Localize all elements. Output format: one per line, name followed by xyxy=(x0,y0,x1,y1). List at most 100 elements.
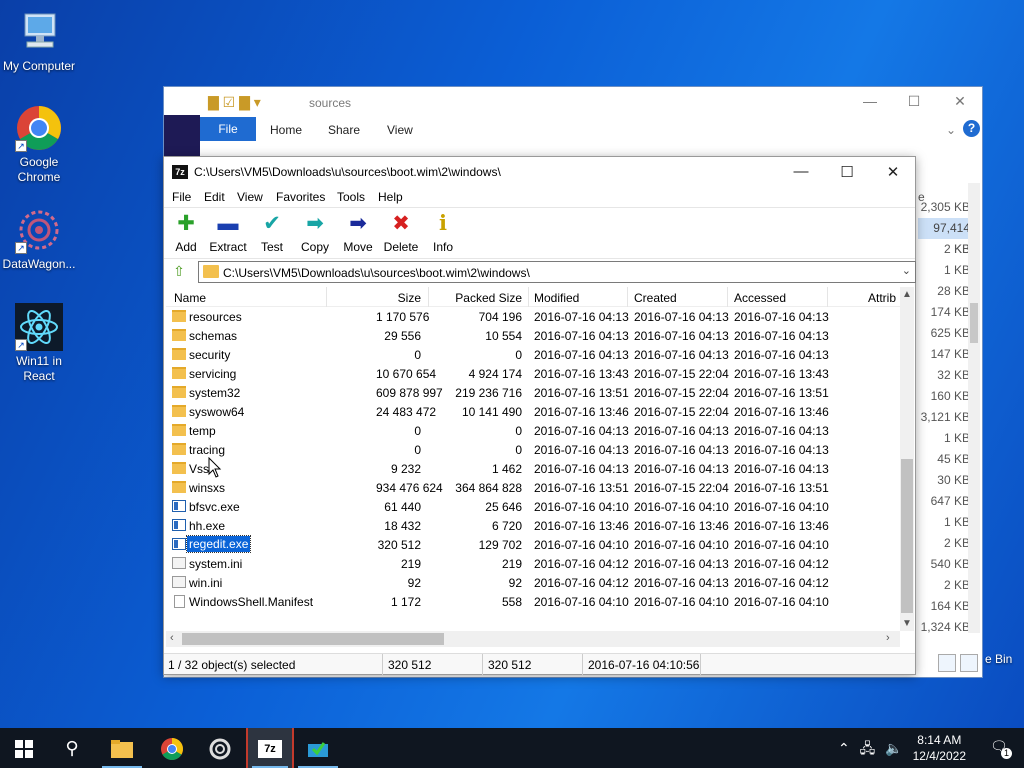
copy-button[interactable]: ➡ Copy xyxy=(293,212,337,254)
path-combobox[interactable]: C:\Users\VM5\Downloads\u\sources\boot.wi… xyxy=(198,261,916,283)
column-modified[interactable]: Modified xyxy=(534,291,579,305)
search-icon[interactable]: ⚲ xyxy=(48,728,96,768)
scroll-left-icon[interactable]: ‹ xyxy=(170,632,174,644)
column-accessed[interactable]: Accessed xyxy=(734,291,786,305)
start-button[interactable] xyxy=(0,728,48,768)
7zip-titlebar[interactable]: 7z C:\Users\VM5\Downloads\u\sources\boot… xyxy=(164,157,915,187)
7zip-window[interactable]: 7z C:\Users\VM5\Downloads\u\sources\boot… xyxy=(163,156,916,675)
test-button[interactable]: ✔ Test xyxy=(250,212,294,254)
menu-favorites[interactable]: Favorites xyxy=(276,190,325,204)
menu-tools[interactable]: Tools xyxy=(337,190,365,204)
taskbar-app-circular[interactable] xyxy=(196,728,244,768)
scroll-down-icon[interactable]: ▼ xyxy=(902,618,912,629)
file-modified: 2016-07-16 04:10 xyxy=(534,595,629,609)
recycle-bin-label[interactable]: e Bin xyxy=(985,652,1012,666)
menu-edit[interactable]: Edit xyxy=(204,190,225,204)
quick-access-folder-icon[interactable]: ▇ ☑ ▇ ▾ xyxy=(208,94,261,111)
file-row[interactable]: hh.exe 18 432 6 720 2016-07-16 13:46 2016-07… xyxy=(166,516,901,535)
file-row[interactable]: schemas 29 556 10 554 2016-07-16 04:13 2016-… xyxy=(166,326,901,345)
desktop-icon-my-computer[interactable]: My Computer xyxy=(0,8,78,74)
add-button[interactable]: ✚ Add xyxy=(164,212,208,254)
chevron-down-icon[interactable]: ⌄ xyxy=(902,264,911,277)
column-created[interactable]: Created xyxy=(634,291,677,305)
chevron-up-icon[interactable]: ⌃ xyxy=(838,740,850,756)
hscroll-thumb[interactable] xyxy=(182,633,444,645)
large-icons-view-icon[interactable] xyxy=(960,654,978,672)
menu-view[interactable]: View xyxy=(237,190,263,204)
file-row[interactable]: tracing 0 0 2016-07-16 04:13 2016-07-16 04:1… xyxy=(166,440,901,459)
file-packed-size: 0 xyxy=(515,443,522,457)
desktop-icon-datawagon[interactable]: ↗ DataWagon... xyxy=(0,206,78,272)
file-created: 2016-07-16 04:10 xyxy=(634,538,729,552)
taskbar-file-explorer[interactable] xyxy=(98,728,146,768)
minimize-icon[interactable]: — xyxy=(861,93,879,109)
file-row[interactable]: temp 0 0 2016-07-16 04:13 2016-07-16 04:13 20… xyxy=(166,421,901,440)
file-created: 2016-07-16 13:46 xyxy=(634,519,729,533)
file-row[interactable]: syswow64 24 483 472 10 141 490 2016-07-16 1… xyxy=(166,402,901,421)
column-size[interactable]: Size xyxy=(376,291,421,305)
scroll-up-icon[interactable]: ▲ xyxy=(902,289,912,300)
file-row[interactable]: Vss 9 232 1 462 2016-07-16 04:13 2016-07-16 … xyxy=(166,459,901,478)
network-icon[interactable]: 🖧 xyxy=(860,740,876,756)
column-name[interactable]: Name xyxy=(174,291,206,305)
explorer-view-buttons[interactable] xyxy=(934,654,978,675)
file-row[interactable]: security 0 0 2016-07-16 04:13 2016-07-16 04:… xyxy=(166,345,901,364)
file-row[interactable]: bfsvc.exe 61 440 25 646 2016-07-16 04:10 201… xyxy=(166,497,901,516)
vertical-scrollbar[interactable]: ▲ ▼ xyxy=(900,287,914,631)
horizontal-scrollbar[interactable]: ‹ › xyxy=(166,631,900,647)
file-row[interactable]: resources 1 170 576 704 196 2016-07-16 04:1… xyxy=(166,307,901,326)
desktop-icon-chrome[interactable]: ↗ Google Chrome xyxy=(0,104,78,185)
clock[interactable]: 8:14 AM 12/4/2022 xyxy=(913,732,966,764)
column-packed-size[interactable]: Packed Size xyxy=(446,291,522,305)
add-icon: ✚ xyxy=(177,212,195,235)
file-packed-size: 129 702 xyxy=(478,538,522,552)
file-row[interactable]: WindowsShell.Manifest 1 172 558 2016-07-16 … xyxy=(166,592,901,611)
7zip-icon: 7z xyxy=(258,740,282,759)
help-icon[interactable]: ? xyxy=(963,120,980,137)
file-row[interactable]: win.ini 92 92 2016-07-16 04:12 2016-07-16 04… xyxy=(166,573,901,592)
explorer-ribbon: File Home Share View ⌄ ? xyxy=(200,117,982,141)
menu-help[interactable]: Help xyxy=(378,190,403,204)
taskbar-app-green[interactable] xyxy=(294,728,342,768)
details-view-icon[interactable] xyxy=(938,654,956,672)
ribbon-tab-file[interactable]: File xyxy=(200,117,256,141)
extract-button[interactable]: ▬ Extract xyxy=(206,212,250,254)
file-modified: 2016-07-16 04:12 xyxy=(534,576,629,590)
file-row[interactable]: system32 609 878 997 219 236 716 2016-07-16… xyxy=(166,383,901,402)
scroll-thumb[interactable] xyxy=(901,459,913,613)
explorer-titlebar[interactable]: ▇ ☑ ▇ ▾ sources — ☐ ✕ xyxy=(164,87,982,117)
delete-button[interactable]: ✖ Delete xyxy=(379,212,423,254)
minimize-icon[interactable]: — xyxy=(792,163,810,180)
desktop-icon-win11-react[interactable]: ↗ Win11 in React xyxy=(0,303,78,384)
maximize-icon[interactable]: ☐ xyxy=(838,163,856,181)
file-row[interactable]: regedit.exe 320 512 129 702 2016-07-16 04:1… xyxy=(166,535,901,554)
file-row[interactable]: winsxs 934 476 624 364 864 828 2016-07-16 1… xyxy=(166,478,901,497)
file-modified: 2016-07-16 04:13 xyxy=(534,424,629,438)
file-size: 320 512 xyxy=(377,538,421,552)
volume-icon[interactable]: 🔈 xyxy=(885,740,902,756)
taskbar: ⚲ 7z ⌃ 🖧 🔈 8:14 AM 12/4/2022 🗨 1 xyxy=(0,728,1024,768)
ribbon-tab-view[interactable]: View xyxy=(387,123,413,137)
file-row[interactable]: servicing 10 670 654 4 924 174 2016-07-16 1… xyxy=(166,364,901,383)
menu-file[interactable]: File xyxy=(172,190,191,204)
file-row[interactable]: system.ini 219 219 2016-07-16 04:12 2016-07-… xyxy=(166,554,901,573)
folder-icon xyxy=(172,329,186,341)
column-attrib[interactable]: Attrib xyxy=(868,291,896,305)
info-button[interactable]: ℹ Info xyxy=(421,212,465,254)
close-icon[interactable]: ✕ xyxy=(884,163,902,181)
file-created: 2016-07-16 04:13 xyxy=(634,576,729,590)
notification-center-icon[interactable]: 🗨 1 xyxy=(990,738,1012,759)
file-packed-size: 219 xyxy=(501,557,522,571)
move-button[interactable]: ➡ Move xyxy=(336,212,380,254)
taskbar-chrome[interactable] xyxy=(148,728,196,768)
scroll-right-icon[interactable]: › xyxy=(886,632,890,644)
ribbon-tab-share[interactable]: Share xyxy=(328,123,360,137)
ribbon-tab-home[interactable]: Home xyxy=(270,123,302,137)
ribbon-expand-icon[interactable]: ⌄ xyxy=(946,123,956,137)
maximize-icon[interactable]: ☐ xyxy=(905,93,923,110)
up-folder-icon[interactable]: ⇧ xyxy=(168,263,190,281)
taskbar-7zip[interactable]: 7z xyxy=(246,728,294,768)
explorer-scrollbar[interactable] xyxy=(968,183,980,633)
close-icon[interactable]: ✕ xyxy=(951,93,969,110)
toolbar: ✚ Add ▬ Extract ✔ Test ➡ Copy ➡ Move ✖ Delete … xyxy=(164,207,915,259)
